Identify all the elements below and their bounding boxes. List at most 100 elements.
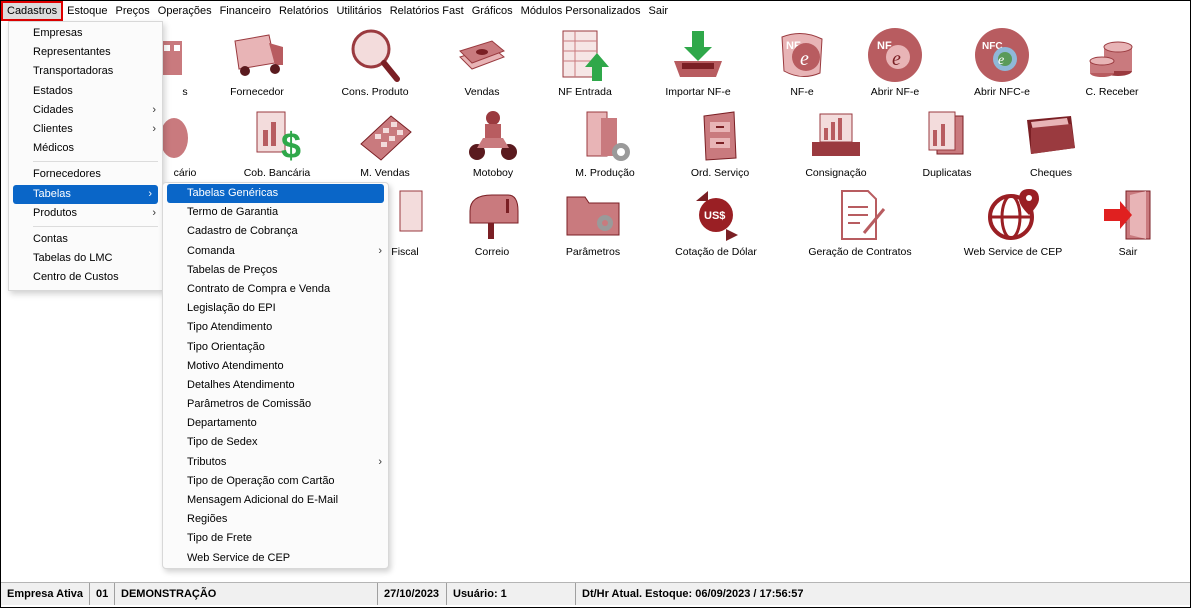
menu-cadastros[interactable]: Cadastros	[1, 1, 64, 21]
menu-item-contas[interactable]: Contas	[9, 230, 162, 249]
status-date: 27/10/2023	[378, 583, 447, 605]
menu-sair[interactable]: Sair	[645, 1, 673, 21]
tile-abrir-nfe[interactable]: NF e Abrir NF-e	[840, 27, 950, 98]
menu-financeiro[interactable]: Financeiro	[216, 1, 275, 21]
menu-utilitarios[interactable]: Utilitários	[332, 1, 385, 21]
menu-item-cidades[interactable]: Cidades ›	[9, 101, 162, 120]
truck-icon	[227, 27, 287, 83]
svg-text:e: e	[800, 48, 809, 70]
chevron-right-icon: ›	[378, 244, 382, 257]
submenu-item-tipo-sedex[interactable]: Tipo de Sedex	[163, 433, 388, 452]
factory-gear-icon	[575, 108, 635, 164]
menu-item-transportadoras[interactable]: Transportadoras	[9, 62, 162, 81]
dollar-document-icon: $	[247, 108, 307, 164]
cadastros-menu: Empresas Representantes Transportadoras …	[8, 21, 163, 291]
tile-web-service-cep[interactable]: Web Service de CEP	[958, 187, 1068, 258]
tile-ord-servico[interactable]: Ord. Serviço	[665, 108, 775, 179]
chevron-right-icon: ›	[152, 206, 156, 219]
contract-pen-icon	[830, 187, 890, 243]
motorcycle-icon	[463, 108, 523, 164]
tile-cons-produto[interactable]: Cons. Produto	[320, 27, 430, 98]
submenu-item-tipo-frete[interactable]: Tipo de Frete	[163, 529, 388, 548]
tile-geracao-contratos[interactable]: Geração de Contratos	[805, 187, 915, 258]
menu-item-estados[interactable]: Estados	[9, 82, 162, 101]
status-company-code: 01	[90, 583, 115, 605]
tile-m-vendas[interactable]: M. Vendas	[330, 108, 440, 179]
status-user: Usuário: 1	[447, 583, 576, 605]
tile-abrir-nfce[interactable]: NFC e Abrir NFC-e	[947, 27, 1057, 98]
chevron-right-icon: ›	[148, 187, 152, 200]
wallet-icon	[1021, 108, 1081, 164]
menu-relatorios[interactable]: Relatórios	[275, 1, 333, 21]
tile-cotacao-dolar[interactable]: US$ Cotação de Dólar	[661, 187, 771, 258]
submenu-item-termo-garantia[interactable]: Termo de Garantia	[163, 203, 388, 222]
submenu-item-departamento[interactable]: Departamento	[163, 414, 388, 433]
folder-settings-icon	[563, 187, 623, 243]
menu-precos[interactable]: Preços	[112, 1, 154, 21]
submenu-item-tabelas-genericas[interactable]: Tabelas Genéricas	[167, 184, 384, 204]
submenu-item-regioes[interactable]: Regiões	[163, 510, 388, 529]
menu-item-medicos[interactable]: Médicos	[9, 139, 162, 158]
menu-operacoes[interactable]: Operações	[154, 1, 216, 21]
spreadsheet-arrow-icon	[555, 27, 615, 83]
submenu-item-comanda[interactable]: Comanda ›	[163, 242, 388, 261]
submenu-item-tabelas-precos[interactable]: Tabelas de Preços	[163, 261, 388, 280]
tile-importar-nfe[interactable]: Importar NF-e	[643, 27, 753, 98]
tile-motoboy[interactable]: Motoboy	[438, 108, 548, 179]
status-company-name: DEMONSTRAÇÃO	[115, 583, 378, 605]
menu-item-clientes[interactable]: Clientes ›	[9, 120, 162, 139]
coins-icon	[1082, 27, 1142, 83]
download-tray-icon	[668, 27, 728, 83]
status-bar: Empresa Ativa 01 DEMONSTRAÇÃO 27/10/2023…	[1, 582, 1190, 605]
submenu-item-motivo-atendimento[interactable]: Motivo Atendimento	[163, 357, 388, 376]
submenu-item-detalhes-atendimento[interactable]: Detalhes Atendimento	[163, 376, 388, 395]
menu-item-tabelas-lmc[interactable]: Tabelas do LMC	[9, 249, 162, 268]
menu-relatorios-fast[interactable]: Relatórios Fast	[386, 1, 468, 21]
status-label: Empresa Ativa	[1, 583, 90, 605]
submenu-item-tributos[interactable]: Tributos ›	[163, 453, 388, 472]
menu-item-empresas[interactable]: Empresas	[9, 24, 162, 43]
chevron-right-icon: ›	[152, 122, 156, 135]
calculator-icon	[355, 108, 415, 164]
svg-text:$: $	[281, 125, 301, 164]
open-nfe-icon: NF e	[865, 27, 925, 83]
svg-text:e: e	[998, 53, 1004, 68]
menu-modulos-personalizados[interactable]: Módulos Personalizados	[517, 1, 645, 21]
menu-separator	[33, 225, 158, 227]
submenu-item-parametros-comissao[interactable]: Parâmetros de Comissão	[163, 395, 388, 414]
submenu-item-tipo-orientacao[interactable]: Tipo Orientação	[163, 338, 388, 357]
tile-sair[interactable]: Sair	[1073, 187, 1183, 258]
submenu-item-tipo-atendimento[interactable]: Tipo Atendimento	[163, 318, 388, 337]
tile-duplicatas[interactable]: Duplicatas	[892, 108, 1002, 179]
tile-cheques[interactable]: Cheques	[996, 108, 1106, 179]
status-stock-update: Dt/Hr Atual. Estoque: 06/09/2023 / 17:56…	[582, 588, 804, 600]
magnifier-icon	[345, 27, 405, 83]
submenu-item-web-service-cep[interactable]: Web Service de CEP	[163, 549, 388, 568]
exit-door-icon	[1098, 187, 1158, 243]
menu-item-representantes[interactable]: Representantes	[9, 43, 162, 62]
submenu-item-legislacao-epi[interactable]: Legislação do EPI	[163, 299, 388, 318]
submenu-item-contrato-compra-venda[interactable]: Contrato de Compra e Venda	[163, 280, 388, 299]
tile-vendas[interactable]: Vendas	[427, 27, 537, 98]
tile-fornecedor[interactable]: Fornecedor	[202, 27, 312, 98]
menu-estoque[interactable]: Estoque	[63, 1, 111, 21]
menu-item-produtos[interactable]: Produtos ›	[9, 204, 162, 223]
menu-item-centro-custos[interactable]: Centro de Custos	[9, 268, 162, 287]
nfe-icon: NF e	[772, 27, 832, 83]
tile-correio[interactable]: Correio	[437, 187, 547, 258]
tile-cob-bancaria[interactable]: $ Cob. Bancária	[222, 108, 332, 179]
submenu-item-cadastro-cobranca[interactable]: Cadastro de Cobrança	[163, 222, 388, 241]
menu-item-fornecedores[interactable]: Fornecedores	[9, 165, 162, 184]
tile-m-producao[interactable]: M. Produção	[550, 108, 660, 179]
file-cabinet-icon	[690, 108, 750, 164]
tile-nf-entrada[interactable]: NF Entrada	[530, 27, 640, 98]
chart-hands-icon	[806, 108, 866, 164]
menu-bar: Cadastros Estoque Preços Operações Finan…	[1, 1, 1190, 21]
submenu-item-tipo-operacao-cartao[interactable]: Tipo de Operação com Cartão	[163, 472, 388, 491]
menu-graficos[interactable]: Gráficos	[468, 1, 517, 21]
tile-c-receber[interactable]: C. Receber	[1057, 27, 1167, 98]
tile-consignacao[interactable]: Consignação	[781, 108, 891, 179]
menu-item-tabelas[interactable]: Tabelas ›	[13, 184, 158, 204]
submenu-item-mensagem-email[interactable]: Mensagem Adicional do E-Mail	[163, 491, 388, 510]
tile-parametros[interactable]: Parâmetros	[538, 187, 648, 258]
